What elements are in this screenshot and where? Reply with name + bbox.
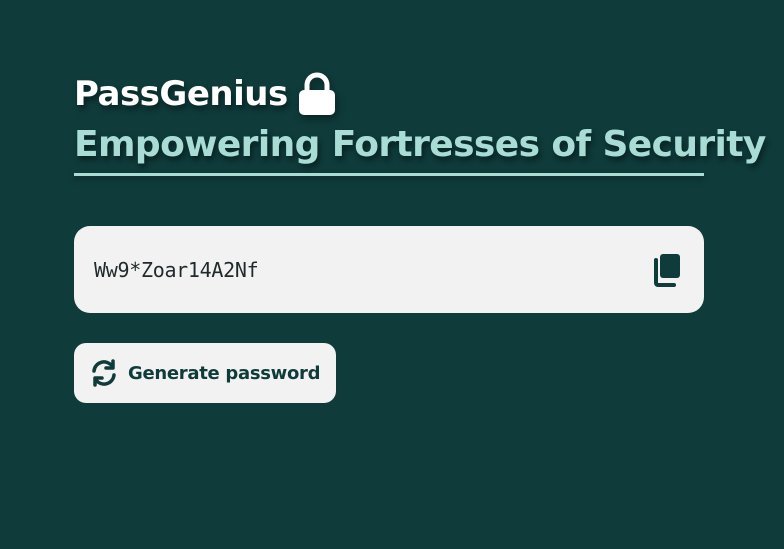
app-root: PassGenius Empowering Fortresses of Secu… <box>0 0 784 549</box>
copy-icon <box>654 253 680 287</box>
lock-icon <box>296 71 338 117</box>
copy-button[interactable] <box>646 248 686 292</box>
header-divider <box>74 173 704 176</box>
brand-title: PassGenius <box>74 74 288 114</box>
password-display: Ww9*Zoar14A2Nf <box>74 226 704 313</box>
page-subtitle: Empowering Fortresses of Security <box>74 124 766 165</box>
brand-row: PassGenius <box>74 70 784 118</box>
password-value[interactable]: Ww9*Zoar14A2Nf <box>94 258 259 282</box>
refresh-icon <box>90 359 118 387</box>
generate-button-label: Generate password <box>128 362 321 384</box>
generate-password-button[interactable]: Generate password <box>74 343 337 403</box>
